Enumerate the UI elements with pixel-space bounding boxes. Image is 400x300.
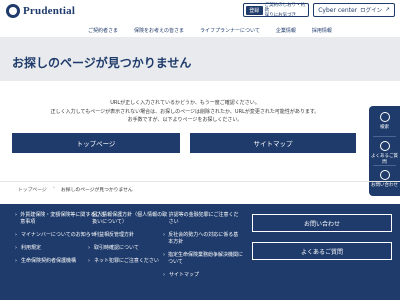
breadcrumb-home-link[interactable]: トップページ xyxy=(18,186,47,193)
nav-item-lifeplanner[interactable]: ライフプランナーについて xyxy=(192,27,268,34)
footer-link[interactable]: › 指定生命保険業務紛争解決機関について xyxy=(163,252,243,266)
nav-item-careers[interactable]: 採用情報 xyxy=(304,27,340,34)
register-icon: 登録 xyxy=(246,5,263,15)
login-label: ログイン xyxy=(360,8,383,14)
footer-link[interactable]: › 許認等の金融犯罪にご注意ください xyxy=(163,212,243,226)
footer-link[interactable]: › サイトマップ xyxy=(163,272,243,279)
top-page-button[interactable]: トップページ xyxy=(12,133,180,153)
footer-link[interactable]: › 反社会的勢力への対応に係る基本方針 xyxy=(163,232,243,246)
page-title: お探しのページが見つかりません xyxy=(12,56,192,70)
nav-item-considering[interactable]: 保険をお考えの皆さま xyxy=(126,27,192,34)
nav-item-company[interactable]: 企業情報 xyxy=(268,27,304,34)
site-header: Prudential 登録 ご契約のしおり・約款 誤りにお気づき Cyber c… xyxy=(0,0,400,37)
brand-logo[interactable]: Prudential xyxy=(6,4,75,18)
footer-contact-button[interactable]: お問い合わせ xyxy=(252,214,392,232)
brand-name: Prudential xyxy=(23,5,76,17)
breadcrumb: トップページ › お探しのページが見つかりません xyxy=(0,181,400,195)
breadcrumb-current: お探しのページが見つかりません xyxy=(61,188,133,193)
side-search-button[interactable]: 検索 xyxy=(369,112,400,130)
footer-faq-button[interactable]: よくあるご質問 xyxy=(252,242,392,260)
error-message: URLが正しく入力されているかどうか、もう一度ご確認ください。 正しく入力しても… xyxy=(0,99,370,125)
policy-terms-label: ご契約のしおり・約款 誤りにお気づき xyxy=(264,2,306,18)
question-icon xyxy=(379,141,390,151)
sitemap-button[interactable]: サイトマップ xyxy=(190,133,356,153)
footer-link[interactable]: › 取引時確認について xyxy=(88,245,168,252)
cyber-center-label: Cyber center xyxy=(318,6,358,14)
footer-link[interactable]: › 個人情報保護方針（個人情報の取扱いについて） xyxy=(88,212,168,226)
search-icon xyxy=(379,112,390,122)
message-line: 正しく入力してもページが表示されない場合は、お探しのページは削除されたか、URL… xyxy=(50,108,320,115)
footer-link[interactable]: › ネット犯罪にご注意ください xyxy=(88,258,168,265)
nav-item-policyholders[interactable]: ご契約者さま xyxy=(80,27,126,34)
prudential-logo-icon xyxy=(6,4,20,18)
cyber-center-login-button[interactable]: Cyber center ログイン ↗ xyxy=(313,3,395,17)
message-line: URLが正しく入力されているかどうか、もう一度ご確認ください。 xyxy=(110,100,260,106)
footer-link[interactable]: › 利益相反管理方針 xyxy=(88,232,168,239)
breadcrumb-separator: › xyxy=(53,186,55,191)
phone-icon xyxy=(379,170,390,180)
footer-links-col2: › 個人情報保護方針（個人情報の取扱いについて） › 利益相反管理方針 › 取引時確認… xyxy=(88,212,168,271)
side-divider xyxy=(373,136,396,137)
footer-links-col3: › 許認等の金融犯罪にご注意ください › 反社会的勢力への対応に係る基本方針 › 指定… xyxy=(163,212,243,285)
global-nav: ご契約者さま 保険をお考えの皆さま ライフプランナーについて 企業情報 採用情報 xyxy=(0,24,400,36)
side-divider xyxy=(373,165,396,166)
side-faq-button[interactable]: よくあるご質問 xyxy=(369,141,400,165)
external-link-icon: ↗ xyxy=(385,7,390,13)
policy-terms-button[interactable]: 登録 ご契約のしおり・約款 誤りにお気づき xyxy=(243,2,309,18)
message-line: お手数ですが、以下よりページをお探しください。 xyxy=(127,117,243,123)
